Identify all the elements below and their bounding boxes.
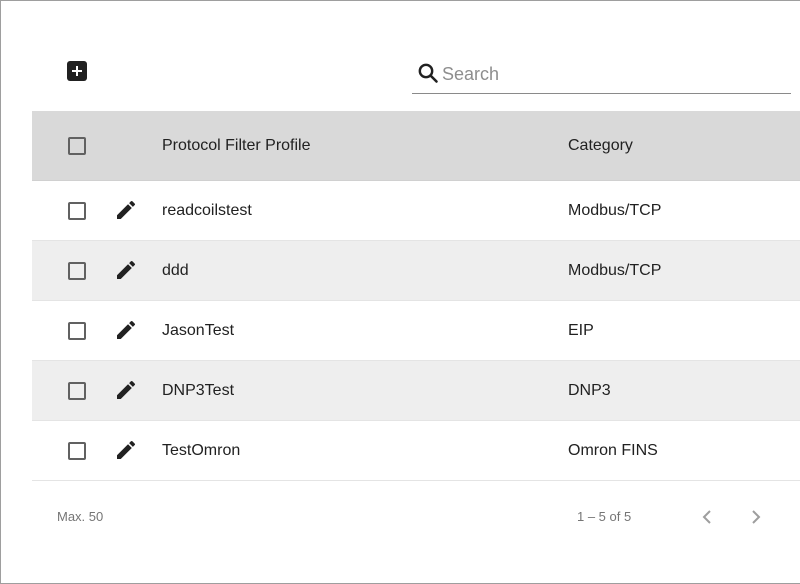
- table-row[interactable]: TestOmron Omron FINS: [32, 421, 800, 481]
- table-row[interactable]: ddd Modbus/TCP: [32, 241, 800, 301]
- edit-icon[interactable]: [114, 318, 138, 342]
- edit-icon[interactable]: [114, 258, 138, 282]
- profile-name: ddd: [162, 261, 189, 279]
- profile-category: EIP: [568, 321, 594, 339]
- profile-name: JasonTest: [162, 321, 235, 339]
- max-count-label: Max. 50: [57, 509, 104, 524]
- chevron-right-icon[interactable]: [744, 505, 768, 529]
- pagination-range: 1 – 5 of 5: [577, 509, 632, 524]
- search-icon: [418, 63, 438, 83]
- table-footer: Max. 50 1 – 5 of 5: [1, 481, 800, 551]
- search-box[interactable]: [412, 57, 791, 94]
- row-checkbox[interactable]: [68, 442, 86, 460]
- chevron-left-icon[interactable]: [695, 505, 719, 529]
- add-button[interactable]: [67, 61, 87, 81]
- profile-name: DNP3Test: [162, 381, 235, 399]
- search-input[interactable]: [442, 61, 782, 87]
- row-checkbox[interactable]: [68, 382, 86, 400]
- profile-name: readcoilstest: [162, 201, 252, 219]
- table-row[interactable]: DNP3Test DNP3: [32, 361, 800, 421]
- profile-name: TestOmron: [162, 441, 241, 459]
- edit-icon[interactable]: [114, 198, 138, 222]
- profile-category: Omron FINS: [568, 441, 658, 459]
- row-checkbox[interactable]: [68, 202, 86, 220]
- table-row[interactable]: JasonTest EIP: [32, 301, 800, 361]
- column-header-profile[interactable]: Protocol Filter Profile: [162, 111, 311, 180]
- row-checkbox[interactable]: [68, 262, 86, 280]
- edit-icon[interactable]: [114, 378, 138, 402]
- edit-icon[interactable]: [114, 438, 138, 462]
- column-header-category[interactable]: Category: [568, 111, 633, 180]
- profile-category: Modbus/TCP: [568, 261, 662, 279]
- table-header: Protocol Filter Profile Category: [32, 111, 800, 181]
- table-row[interactable]: readcoilstest Modbus/TCP: [32, 181, 800, 241]
- row-checkbox[interactable]: [68, 322, 86, 340]
- panel-frame: Protocol Filter Profile Category readcoi…: [0, 0, 800, 584]
- profile-category: Modbus/TCP: [568, 201, 662, 219]
- select-all-checkbox[interactable]: [68, 137, 86, 155]
- profile-category: DNP3: [568, 381, 611, 399]
- profiles-table: Protocol Filter Profile Category readcoi…: [32, 111, 800, 481]
